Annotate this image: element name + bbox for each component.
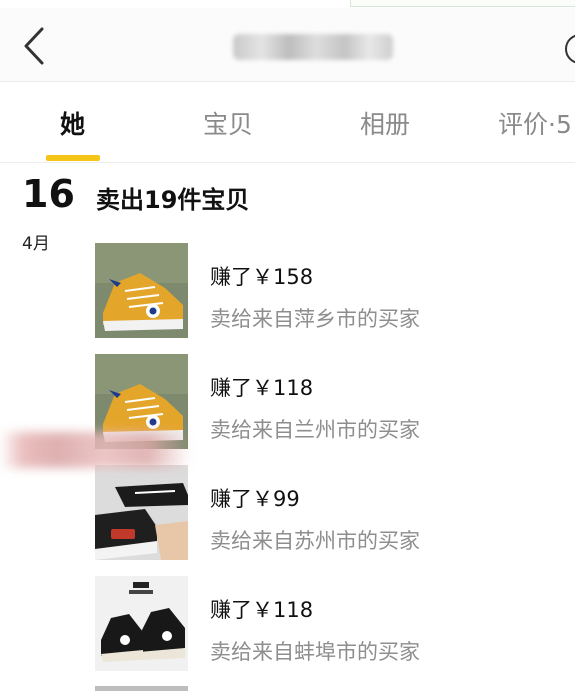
tab-album[interactable]: 相册 <box>360 105 410 141</box>
back-button[interactable] <box>18 26 52 66</box>
buyer-location: 卖给来自兰州市的买家 <box>210 418 420 442</box>
info-circle-icon[interactable] <box>565 34 575 64</box>
date-month: 4月 <box>22 234 50 254</box>
earned-amount: 赚了￥118 <box>210 376 314 400</box>
earned-amount: 赚了￥118 <box>210 598 314 622</box>
tab-bar: 她 宝贝 相册 评价·5 <box>0 83 575 163</box>
sold-item[interactable]: 赚了￥99 卖给来自苏州市的买家 <box>95 465 575 560</box>
blurred-username <box>233 34 393 60</box>
active-tab-indicator <box>46 155 100 161</box>
blurred-overlay <box>0 432 190 468</box>
earned-amount: 赚了￥158 <box>210 265 314 289</box>
tab-items[interactable]: 宝贝 <box>203 105 253 141</box>
chevron-left-icon <box>24 27 44 65</box>
yellow-sneaker-image <box>95 243 188 338</box>
earned-amount: 赚了￥99 <box>210 487 300 511</box>
tab-her[interactable]: 她 <box>60 105 85 141</box>
sold-item[interactable]: 赚了￥158 卖给来自萍乡市的买家 <box>95 243 575 338</box>
date-day: 16 <box>22 172 75 216</box>
buyer-location: 卖给来自蚌埠市的买家 <box>210 640 420 664</box>
buyer-location: 卖给来自苏州市的买家 <box>210 529 420 553</box>
partial-next-item <box>95 686 188 691</box>
tab-reviews[interactable]: 评价·5 <box>498 105 572 141</box>
buyer-location: 卖给来自萍乡市的买家 <box>210 307 420 331</box>
nav-bar <box>0 8 575 82</box>
sold-summary: 卖出19件宝贝 <box>96 186 250 214</box>
black-hightop-sneaker-image <box>95 576 188 671</box>
status-strip <box>0 0 575 8</box>
status-strip-decoration <box>350 0 575 7</box>
black-sneaker-image <box>95 465 188 560</box>
sold-item[interactable]: 赚了￥118 卖给来自蚌埠市的买家 <box>95 576 575 671</box>
